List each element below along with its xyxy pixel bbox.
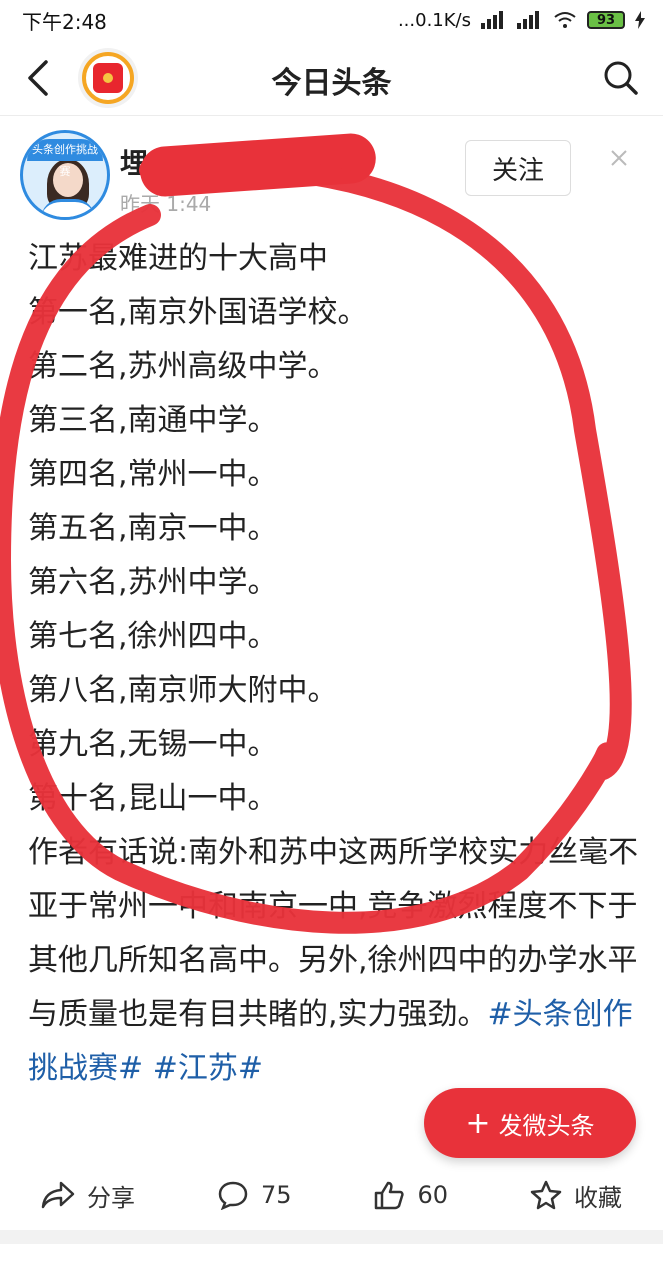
post-line: 第四名,常州一中。 — [28, 457, 278, 492]
battery-icon: 93 — [587, 11, 625, 29]
nav-bar: 今日头条 — [0, 40, 663, 116]
close-icon — [611, 150, 627, 166]
avatar-badge: 头条创作挑战赛 — [27, 139, 103, 178]
page-title: 今日头条 — [271, 66, 392, 101]
hashtag-link[interactable]: #江苏# — [153, 1051, 263, 1086]
post-paragraph: 作者有话说:南外和苏中这两所学校实力丝毫不亚于常州一中和南京一中,竞争激烈程度不… — [28, 826, 640, 1096]
share-button[interactable]: 分享 — [41, 1178, 135, 1213]
post-line: 第一名,南京外国语学校。 — [28, 295, 368, 330]
signal-icon — [481, 11, 507, 29]
status-time: 下午2:48 — [22, 9, 107, 34]
post-micro-headline-button[interactable]: + 发微头条 — [424, 1088, 636, 1158]
close-button[interactable] — [606, 145, 632, 171]
post-line: 第三名,南通中学。 — [28, 403, 278, 438]
action-bar: 分享 75 60 收藏 — [0, 1160, 663, 1244]
post-line: 第七名,徐州四中。 — [28, 619, 278, 654]
post-line: 第六名,苏州中学。 — [28, 565, 278, 600]
search-button[interactable] — [601, 58, 641, 98]
bottom-strip — [0, 1244, 663, 1280]
status-bar: 下午2:48 ...0.1K/s 93 — [0, 0, 663, 40]
plus-icon: + — [465, 1105, 491, 1141]
post-line: 第八名,南京师大附中。 — [28, 673, 338, 708]
follow-button[interactable]: 关注 — [465, 140, 571, 196]
post-line: 第十名,昆山一中。 — [28, 781, 278, 816]
thumbs-up-icon — [375, 1181, 405, 1210]
avatar[interactable]: 头条创作挑战赛 — [20, 130, 110, 220]
post-line: 第五名,南京一中。 — [28, 511, 278, 546]
comment-button[interactable]: 75 — [217, 1180, 292, 1210]
post-line: 江苏最难进的十大高中 — [28, 241, 328, 276]
comment-icon — [218, 1181, 248, 1210]
status-icons: ...0.1K/s 93 — [398, 10, 645, 31]
wifi-icon — [554, 12, 576, 28]
charging-icon — [635, 11, 645, 29]
favorite-button[interactable]: 收藏 — [530, 1178, 622, 1213]
star-icon — [530, 1180, 562, 1210]
post-line: 第九名,无锡一中。 — [28, 727, 278, 762]
signal-icon-2 — [517, 11, 543, 29]
fab-label: 发微头条 — [498, 1111, 595, 1140]
post-content: 江苏最难进的十大高中 第一名,南京外国语学校。 第二名,苏州高级中学。 第三名,… — [28, 232, 640, 1096]
search-icon — [604, 61, 638, 95]
post-line: 第二名,苏州高级中学。 — [28, 349, 338, 384]
share-icon — [41, 1181, 75, 1209]
network-speed: ...0.1K/s — [397, 9, 471, 31]
like-button[interactable]: 60 — [373, 1180, 448, 1210]
